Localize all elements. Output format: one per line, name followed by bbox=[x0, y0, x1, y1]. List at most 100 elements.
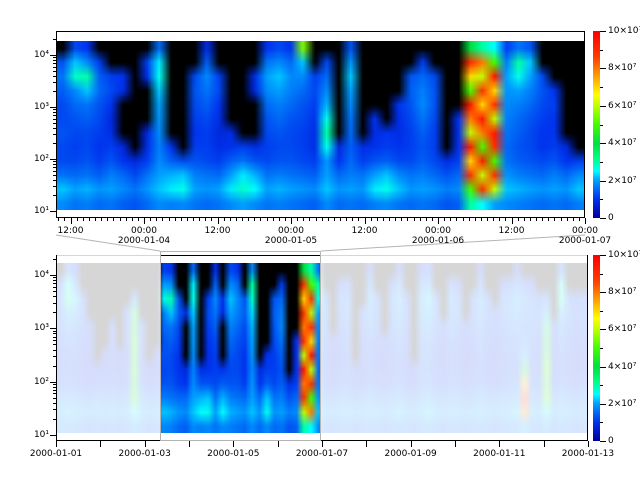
y-minor-tick bbox=[53, 387, 56, 388]
y-minor-tick bbox=[53, 277, 56, 278]
colorbar-tick-label: 0 bbox=[608, 436, 640, 446]
y-tick bbox=[50, 435, 56, 436]
x-minor-tick bbox=[230, 218, 231, 221]
x-tick-label: 12:00 bbox=[487, 226, 537, 236]
y-minor-tick bbox=[53, 259, 56, 260]
x-minor-tick bbox=[371, 218, 372, 221]
x-minor-tick bbox=[536, 218, 537, 221]
y-minor-tick bbox=[53, 296, 56, 297]
colorbar-tick bbox=[600, 143, 606, 144]
y-minor-tick bbox=[53, 164, 56, 165]
x-tick-label: 00:00 bbox=[119, 226, 169, 236]
zoom-selection-rect[interactable] bbox=[160, 251, 321, 441]
colorbar-tick-label: 8×10⁷ bbox=[608, 63, 640, 73]
x-minor-tick bbox=[395, 218, 396, 221]
x-minor-tick bbox=[248, 218, 249, 221]
y-minor-tick bbox=[53, 283, 56, 284]
y-tick bbox=[50, 211, 56, 212]
x-tick-label: 12:00 bbox=[46, 226, 96, 236]
x-minor-tick bbox=[328, 218, 329, 221]
x-tick bbox=[438, 218, 439, 224]
y-minor-tick bbox=[53, 39, 56, 40]
colorbar-tick bbox=[600, 441, 606, 442]
x-tick bbox=[145, 441, 146, 447]
y-minor-tick bbox=[53, 409, 56, 410]
x-tick bbox=[233, 441, 234, 447]
x-minor-tick bbox=[358, 218, 359, 221]
x-minor-tick bbox=[567, 218, 568, 221]
y-minor-tick bbox=[53, 195, 56, 196]
x-minor-tick bbox=[346, 218, 347, 221]
x-tick bbox=[411, 441, 412, 447]
y-tick bbox=[50, 382, 56, 383]
x-minor-tick bbox=[487, 218, 488, 221]
x-minor-tick bbox=[426, 218, 427, 221]
colorbar-tick bbox=[600, 50, 603, 51]
y-tick bbox=[50, 328, 56, 329]
x-minor-tick bbox=[579, 218, 580, 221]
y-minor-tick bbox=[53, 171, 56, 172]
x-tick-label: 00:00 bbox=[413, 226, 463, 236]
y-minor-tick bbox=[53, 76, 56, 77]
x-minor-tick bbox=[181, 218, 182, 221]
x-minor-tick bbox=[193, 218, 194, 221]
colorbar-tick bbox=[600, 329, 606, 330]
x-date-label: 2000-01-07 bbox=[557, 236, 613, 246]
x-minor-tick bbox=[107, 218, 108, 221]
y-minor-tick bbox=[53, 312, 56, 313]
x-tick bbox=[278, 441, 279, 447]
x-minor-tick bbox=[83, 218, 84, 221]
x-minor-tick bbox=[138, 218, 139, 221]
x-minor-tick bbox=[156, 218, 157, 221]
x-tick bbox=[455, 441, 456, 447]
x-minor-tick bbox=[162, 218, 163, 221]
y-minor-tick bbox=[53, 91, 56, 92]
y-minor-tick bbox=[53, 67, 56, 68]
y-tick bbox=[50, 159, 56, 160]
x-minor-tick bbox=[420, 218, 421, 221]
x-minor-tick bbox=[279, 218, 280, 221]
x-tick-label: 12:00 bbox=[193, 226, 243, 236]
colorbar-tick bbox=[600, 218, 606, 219]
x-minor-tick bbox=[254, 218, 255, 221]
x-minor-tick bbox=[432, 218, 433, 221]
x-tick bbox=[322, 441, 323, 447]
x-minor-tick bbox=[205, 218, 206, 221]
y-minor-tick bbox=[53, 180, 56, 181]
x-minor-tick bbox=[352, 218, 353, 221]
x-tick-label: 2000-01-05 bbox=[205, 449, 261, 459]
colorbar-tick-label: 2×10⁷ bbox=[608, 399, 640, 409]
colorbar-tick bbox=[600, 274, 603, 275]
y-minor-tick bbox=[53, 287, 56, 288]
colorbar-tick bbox=[600, 199, 603, 200]
x-tick-label: 00:00 bbox=[266, 226, 316, 236]
x-minor-tick bbox=[224, 218, 225, 221]
y-minor-tick bbox=[53, 350, 56, 351]
x-minor-tick bbox=[548, 218, 549, 221]
x-minor-tick bbox=[126, 218, 127, 221]
y-minor-tick bbox=[53, 390, 56, 391]
x-tick bbox=[365, 218, 366, 224]
y-minor-tick bbox=[53, 419, 56, 420]
y-minor-tick bbox=[53, 398, 56, 399]
y-minor-tick bbox=[53, 71, 56, 72]
x-minor-tick bbox=[334, 218, 335, 221]
y-tick-label: 10⁴ bbox=[25, 50, 49, 60]
x-minor-tick bbox=[524, 218, 525, 221]
y-tick bbox=[50, 107, 56, 108]
y-minor-tick bbox=[53, 291, 56, 292]
spectrogram-plot-window: 10⁴10³10²10¹12:0000:002000-01-0412:0000:… bbox=[0, 0, 640, 480]
x-minor-tick bbox=[561, 218, 562, 221]
x-tick bbox=[366, 441, 367, 447]
y-tick-label: 10² bbox=[25, 154, 49, 164]
y-minor-tick bbox=[53, 333, 56, 334]
y-minor-tick bbox=[53, 123, 56, 124]
y-minor-tick bbox=[53, 134, 56, 135]
y-tick bbox=[50, 275, 56, 276]
x-minor-tick bbox=[309, 218, 310, 221]
y-minor-tick bbox=[53, 161, 56, 162]
y-minor-tick bbox=[53, 167, 56, 168]
x-tick bbox=[56, 441, 57, 447]
x-minor-tick bbox=[444, 218, 445, 221]
x-minor-tick bbox=[303, 218, 304, 221]
